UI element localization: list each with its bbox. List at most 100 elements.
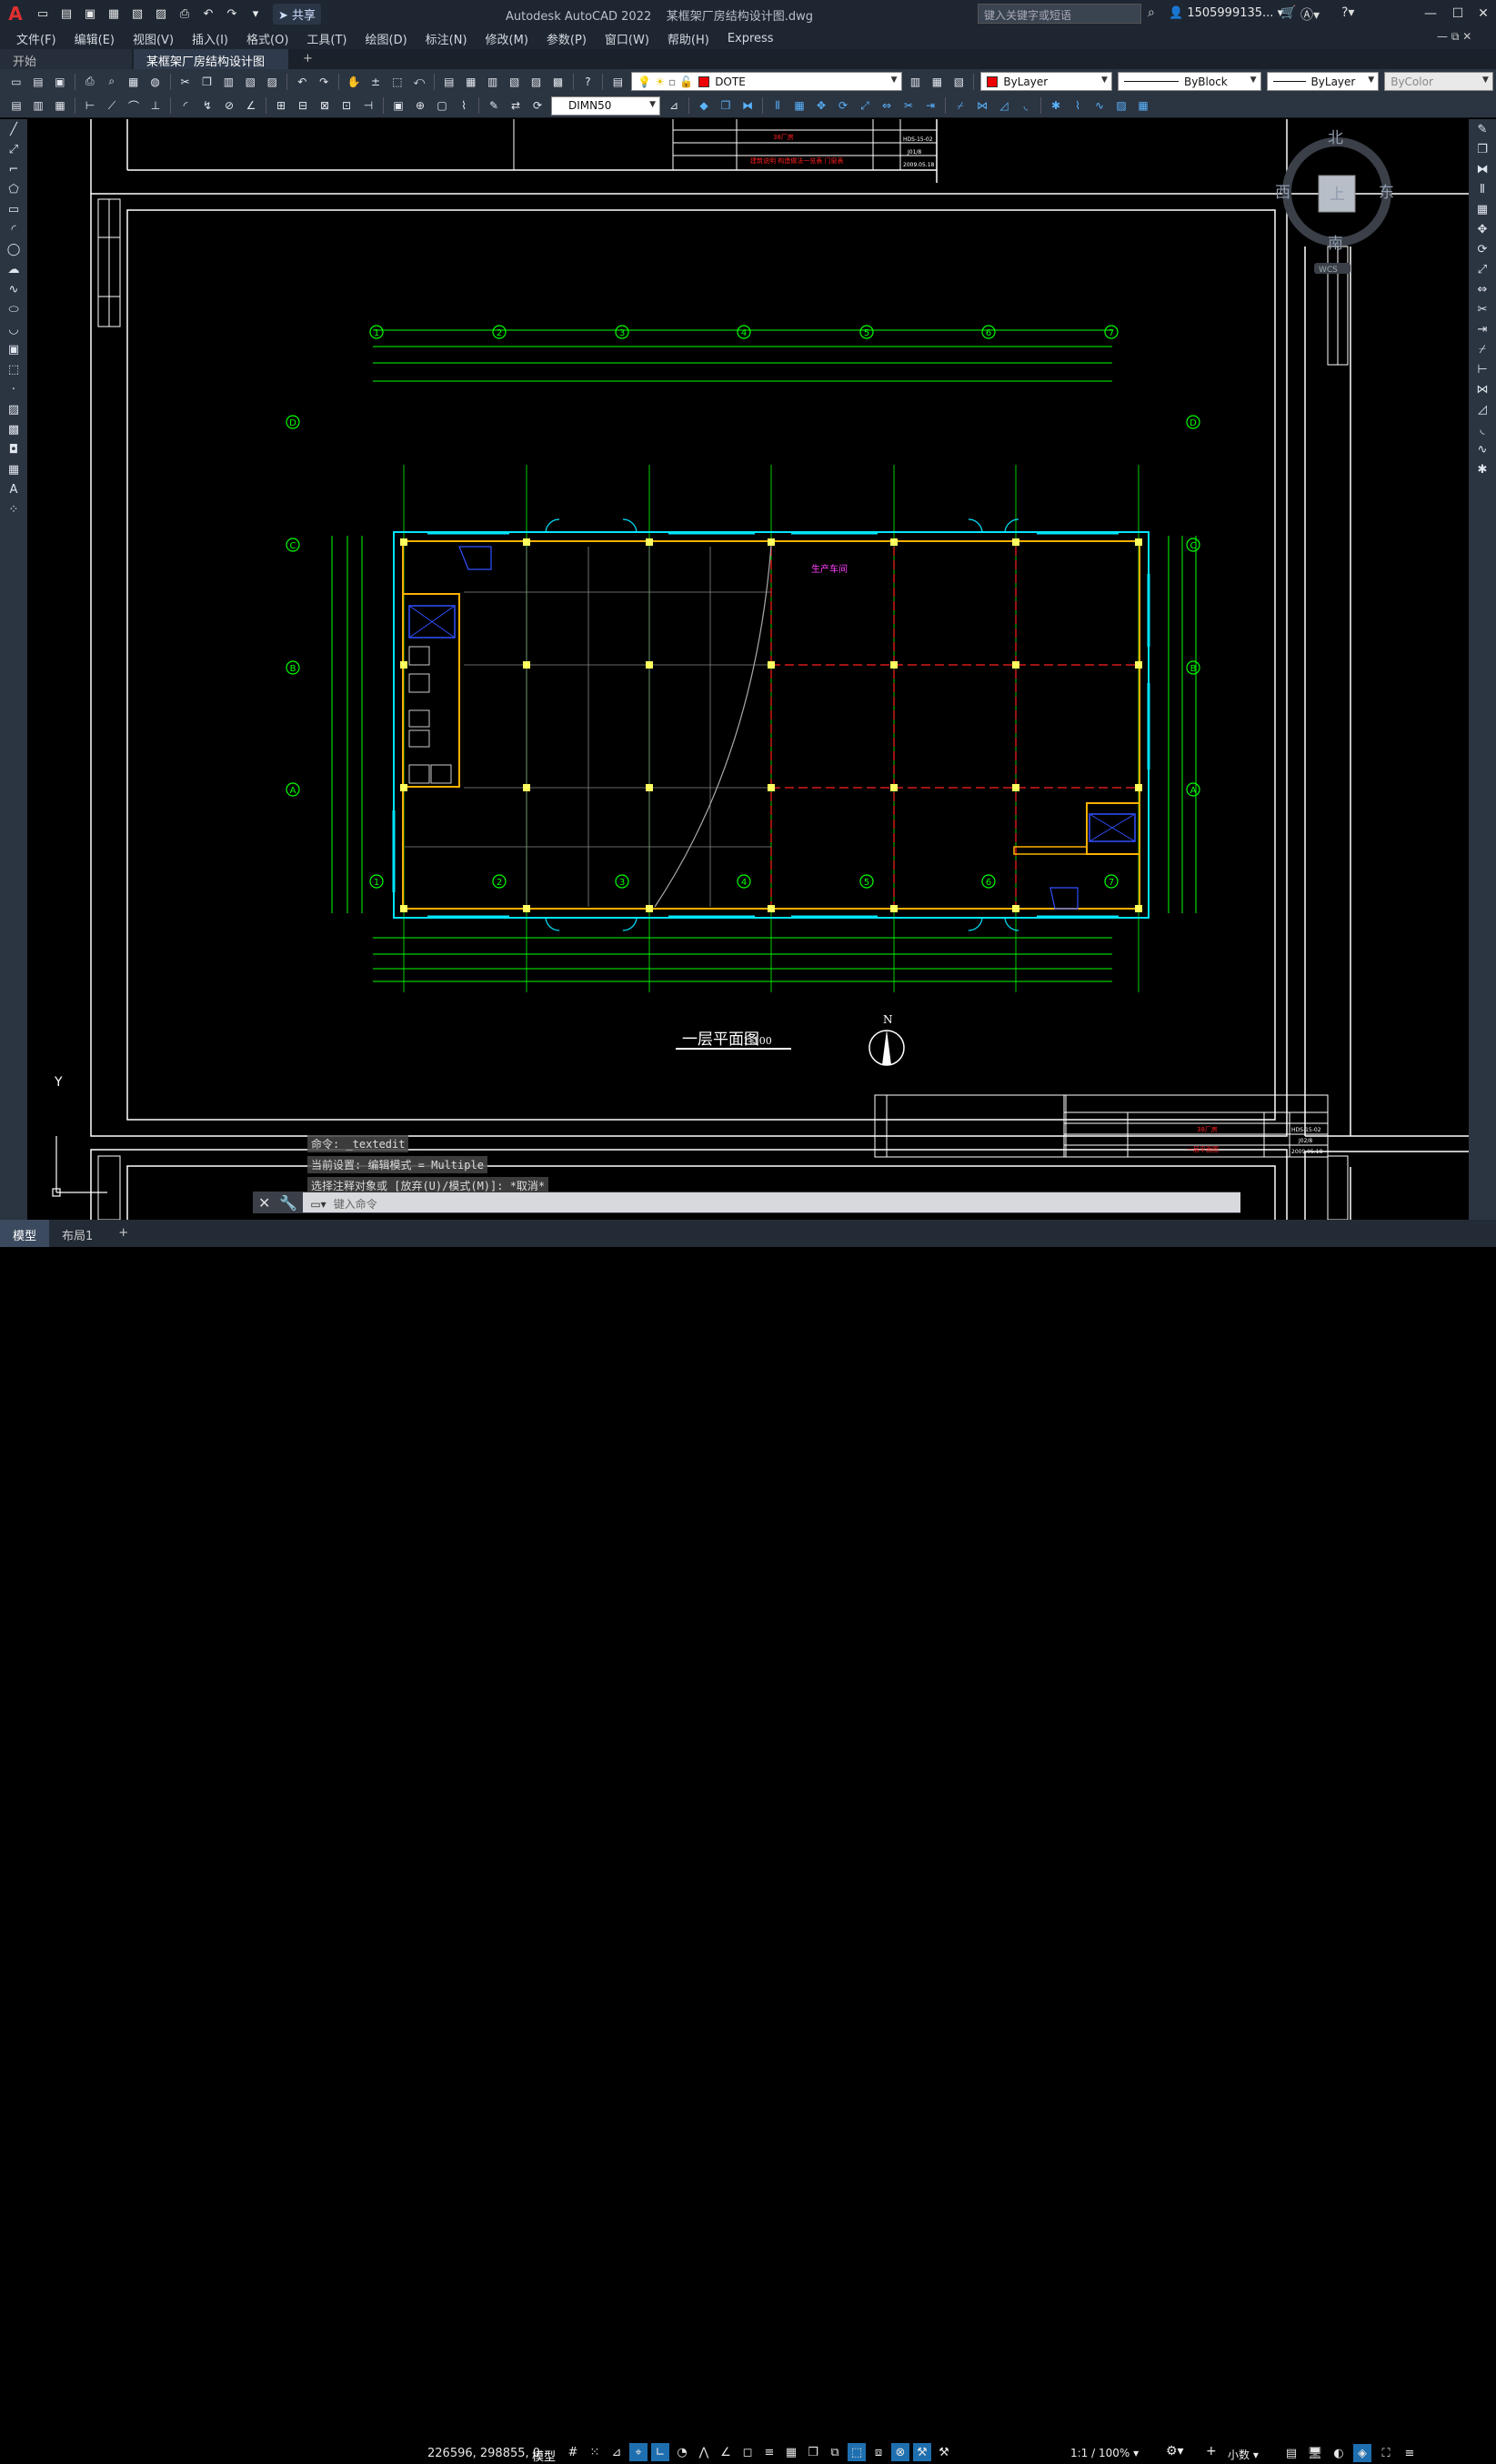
clean-screen-icon[interactable]: ⛶ [1377,2444,1395,2462]
grid-icon[interactable]: # [564,2443,582,2461]
workspace-icon[interactable]: ▤ [7,96,25,115]
dimstyle-dropdown[interactable]: DIMN50 ▼ [551,96,660,116]
polyline-icon[interactable]: ⌐ [0,159,27,179]
diameter-icon[interactable]: ⊘ [220,96,238,115]
ellipse-icon[interactable]: ⬭ [0,299,27,319]
blend-curves-icon[interactable]: ∿ [1469,439,1496,459]
jogged-icon[interactable]: ↯ [198,96,216,115]
command-input[interactable]: ▭▾ 键入命令 [303,1192,1240,1212]
mirror-icon[interactable]: ⧓ [738,96,757,115]
insert-block-icon[interactable]: ▣ [0,339,27,359]
lineweight-icon[interactable]: ≡ [760,2443,778,2461]
pedit-icon[interactable]: ⌇ [1069,96,1087,115]
design-center-icon[interactable]: ▦ [462,73,480,91]
paste-icon[interactable]: ▥ [219,73,237,91]
join-icon[interactable]: ⋈ [973,96,991,115]
arc-icon[interactable]: ◜ [0,219,27,239]
redo-icon[interactable]: ↷ [315,73,333,91]
transparency-icon[interactable]: ▦ [782,2443,800,2461]
move-icon[interactable]: ✥ [1469,219,1496,239]
doc-window-controls[interactable]: — ⧉ ✕ [1437,30,1471,44]
polygon-icon[interactable]: ⬠ [0,179,27,199]
trim-icon[interactable]: ✂ [1469,299,1496,319]
make-block-icon[interactable]: ⬚ [0,359,27,379]
viewcube-north-label[interactable]: 北 [1328,129,1343,147]
autodesk-account-icon[interactable]: Ⓐ▾ [1300,5,1320,24]
edit-hatch-icon[interactable]: ▨ [1112,96,1130,115]
gizmo-icon[interactable]: ⊗ [891,2443,909,2461]
preview-icon[interactable]: ⌕ [103,73,121,91]
model-space-toggle[interactable]: 模型 [532,2447,556,2464]
cut-icon[interactable]: ✂ [176,73,195,91]
customize-command-icon[interactable]: 🔧 [279,1194,297,1212]
zoom-previous-icon[interactable]: ⤺ [410,73,428,91]
edit-array-icon[interactable]: ▦ [1134,96,1152,115]
array-icon[interactable]: ▦ [790,96,808,115]
dim-update-icon[interactable]: ⟳ [528,96,547,115]
annotation-monitor-icon[interactable]: + [1206,2444,1217,2459]
trim-icon[interactable]: ✂ [899,96,918,115]
explode-icon[interactable]: ✱ [1047,96,1065,115]
tolerance-icon[interactable]: ▣ [389,96,407,115]
menu-format[interactable]: 格式(O) [246,30,288,47]
undo-icon[interactable]: ↶ [293,73,311,91]
user-account[interactable]: 👤 1505999135... ▾ [1169,6,1283,20]
undo-icon[interactable]: ↶ [198,4,218,24]
auto-scale-icon[interactable]: ⚒ [935,2443,953,2461]
explode-icon[interactable]: ✱ [1469,459,1496,479]
color-dropdown[interactable]: ByLayer ▼ [980,72,1112,91]
linetype-dropdown[interactable]: ByBlock ▼ [1117,72,1261,91]
menu-edit[interactable]: 编辑(E) [75,30,115,47]
viewcube-west-label[interactable]: 西 [1275,184,1290,202]
dynamic-ucs-icon[interactable]: ⬚ [848,2443,866,2461]
selection-filter-icon[interactable]: ⧈ [869,2443,888,2461]
customize-icon[interactable]: ▾ [246,4,266,24]
infer-constraints-icon[interactable]: ⊿ [607,2443,626,2461]
menu-insert[interactable]: 插入(I) [192,30,228,47]
erase-icon[interactable]: ✎ [1469,119,1496,139]
print-icon[interactable]: ⎙ [175,4,195,24]
menu-dimension[interactable]: 标注(N) [426,30,467,47]
menu-view[interactable]: 视图(V) [133,30,174,47]
menu-modify[interactable]: 修改(M) [486,30,528,47]
3d-osnap-icon[interactable]: ⧉ [826,2443,844,2461]
annotation-visibility-icon[interactable]: ⚒ [913,2443,931,2461]
linear-dimension-icon[interactable]: ⊢ [81,96,99,115]
dynamic-input-icon[interactable]: ⌖ [629,2443,648,2461]
object-snap-icon[interactable]: ◻ [738,2443,757,2461]
break-at-point-icon[interactable]: ⌿ [1469,339,1496,359]
add-selected-icon[interactable]: ⁘ [0,499,27,519]
erase-icon[interactable]: ◆ [695,96,713,115]
tool-palettes-icon[interactable]: ▥ [484,73,502,91]
menu-draw[interactable]: 绘图(D) [366,30,407,47]
new-tab-button[interactable]: + [290,49,326,69]
add-layout-button[interactable]: + [105,1220,141,1247]
menu-window[interactable]: 窗口(W) [605,30,649,47]
scale-icon[interactable]: ⤢ [1469,259,1496,279]
menu-tools[interactable]: 工具(T) [306,30,346,47]
angular-icon[interactable]: ∠ [242,96,260,115]
ortho-icon[interactable]: ∟ [651,2443,669,2461]
stretch-icon[interactable]: ⇔ [1469,279,1496,299]
ordinate-icon[interactable]: ⊥ [146,96,165,115]
radius-icon[interactable]: ◜ [176,96,195,115]
dim-space-icon[interactable]: ⊡ [337,96,356,115]
publish-icon[interactable]: ▦ [125,73,143,91]
table-icon[interactable]: ▦ [0,459,27,479]
close-command-icon[interactable]: ✕ [258,1194,270,1212]
hatch-icon[interactable]: ▨ [0,399,27,419]
menu-file[interactable]: 文件(F) [16,30,56,47]
fillet-icon[interactable]: ◟ [1469,419,1496,439]
chamfer-icon[interactable]: ◿ [1469,399,1496,419]
layer-tool-icon[interactable]: ▥ [29,96,47,115]
customization-icon[interactable]: ≡ [1401,2444,1419,2462]
offset-icon[interactable]: ⫴ [1469,179,1496,199]
drawing-canvas[interactable]: 38厂房 建筑说明 构造做法一览表 门窗表 HDS-15-02 J01/8 20… [27,119,1469,1220]
join-icon[interactable]: ⋈ [1469,379,1496,399]
lineweight-dropdown[interactable]: ByLayer ▼ [1266,72,1380,91]
scale-icon[interactable]: ⤢ [856,96,874,115]
extend-icon[interactable]: ⇥ [1469,319,1496,339]
object-snap-tracking-icon[interactable]: ∠ [717,2443,735,2461]
calculator-icon[interactable]: ▩ [549,73,567,91]
break-icon[interactable]: ⌿ [951,96,969,115]
